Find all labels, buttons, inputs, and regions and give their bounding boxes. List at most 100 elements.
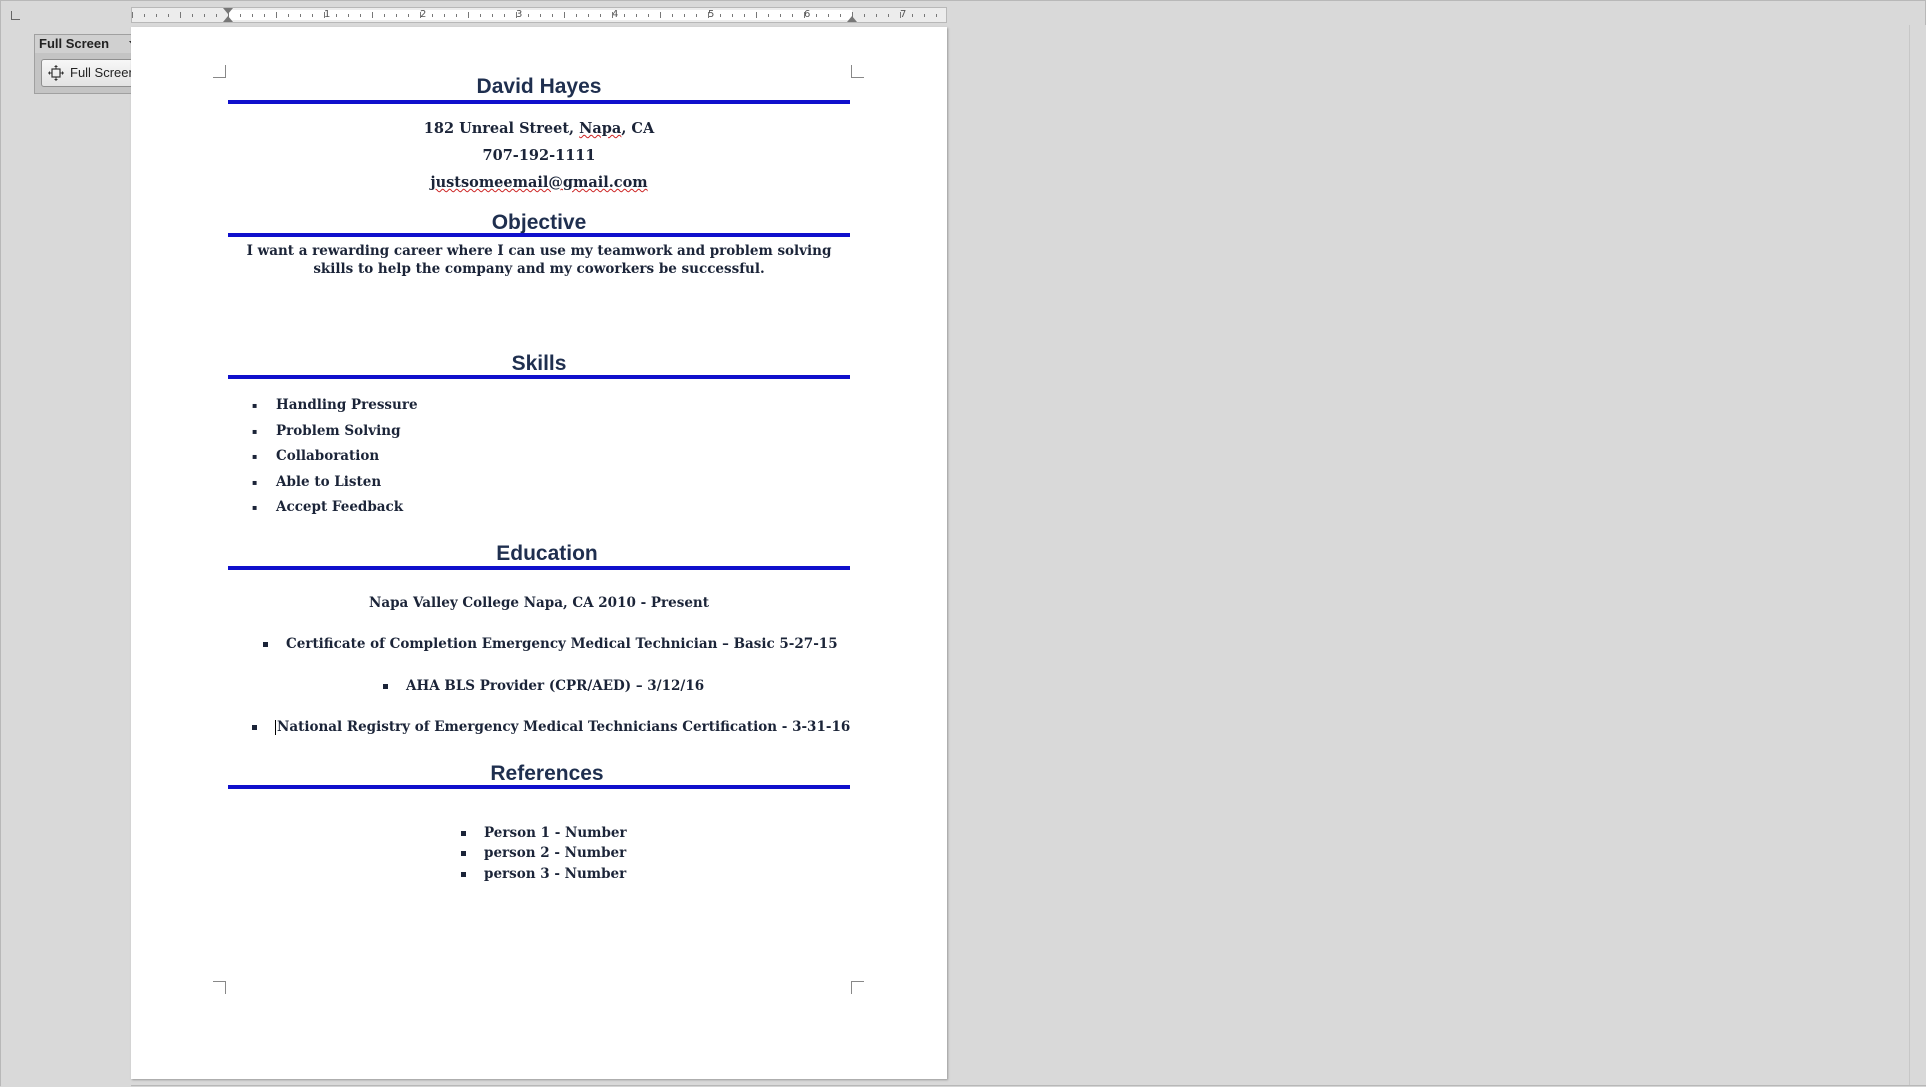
ruler-tick [888, 14, 889, 17]
ruler-tick [168, 14, 169, 17]
ruler-tick [180, 12, 181, 18]
ruler-tick [744, 14, 745, 17]
objective-text: I want a rewarding career where I can us… [246, 243, 832, 277]
references-rule [228, 785, 850, 789]
crop-mark [851, 981, 864, 994]
ruler-tick [300, 14, 301, 17]
document-page[interactable]: David Hayes 182 Unreal Street, Napa, CA … [131, 27, 947, 1079]
full-screen-toolbar-title-label: Full Screen [39, 36, 110, 51]
skill-item: Collaboration [228, 444, 728, 470]
reference-text: person 2 - Number [484, 845, 627, 861]
bullet-icon [461, 831, 466, 836]
full-screen-toolbar-title[interactable]: Full Screen [35, 35, 143, 53]
ruler-tick [492, 14, 493, 17]
crop-mark [851, 65, 864, 78]
bullet-icon [383, 684, 388, 689]
ruler-tick [312, 14, 313, 17]
ruler-tick [264, 14, 265, 17]
ruler-tick [624, 14, 625, 17]
ruler-tick [876, 14, 877, 17]
skills-list: Handling Pressure Problem Solving Collab… [228, 393, 728, 521]
full-screen-button-label: Full Screen [70, 65, 136, 80]
ruler-tick [924, 14, 925, 17]
ruler-tick [576, 14, 577, 17]
horizontal-ruler[interactable]: 1 2 3 4 5 6 7 [131, 7, 947, 23]
ruler-tick [204, 14, 205, 17]
ruler-tick [444, 14, 445, 17]
ruler-tick [612, 12, 613, 18]
ruler-tick [708, 12, 709, 18]
ruler-tick [360, 14, 361, 17]
reference-item: person 3 - Number [461, 866, 626, 882]
ruler-tick [672, 14, 673, 17]
ruler-tick [384, 14, 385, 17]
text-cursor [275, 720, 276, 735]
education-school: Napa Valley College Napa, CA 2010 - Pres… [369, 595, 709, 611]
reference-text: Person 1 - Number [484, 825, 627, 841]
ruler-tick [240, 14, 241, 17]
education-item-text: AHA BLS Provider (CPR/AED) – 3/12/16 [406, 678, 705, 694]
ruler-tick [840, 14, 841, 17]
ruler-tick [540, 14, 541, 17]
tab-selector-icon[interactable] [11, 11, 20, 20]
ruler-tick [504, 14, 505, 17]
skill-item: Problem Solving [228, 419, 728, 445]
ruler-tick [792, 14, 793, 17]
vertical-scrollbar[interactable] [1909, 25, 1926, 1085]
ruler-tick [132, 12, 133, 18]
contact-address: 182 Unreal Street, Napa, CA [228, 120, 850, 137]
ruler-tick [228, 12, 229, 18]
left-gutter [1, 1, 131, 1087]
ruler-tick [396, 14, 397, 17]
bullet-icon [461, 851, 466, 856]
ruler-tick [900, 12, 901, 18]
ruler-tick [804, 12, 805, 18]
ruler-tick [864, 14, 865, 17]
full-screen-toolbar: Full Screen Full Screen [34, 34, 144, 94]
ruler-tick [252, 14, 253, 17]
full-screen-button[interactable]: Full Screen [41, 59, 139, 87]
ruler-tick [348, 14, 349, 17]
reference-text: person 3 - Number [484, 866, 627, 882]
heading-rule [228, 100, 850, 104]
ruler-tick [432, 14, 433, 17]
bullet-icon [252, 725, 257, 730]
ruler-tick [516, 12, 517, 18]
ruler-tick [468, 12, 469, 18]
ruler-tick [372, 12, 373, 18]
ruler-tick [288, 14, 289, 17]
ruler-tick [912, 14, 913, 17]
skills-heading: Skills [511, 352, 567, 375]
address-street: 182 Unreal Street, [423, 120, 580, 137]
ruler-tick [456, 14, 457, 17]
ruler-tick [276, 12, 277, 18]
contact-phone: 707-192-1111 [482, 147, 596, 164]
ruler-tick [564, 12, 565, 18]
reference-item: person 2 - Number [461, 845, 626, 861]
skill-item: Accept Feedback [228, 495, 728, 521]
education-item: National Registry of Emergency Medical T… [252, 719, 850, 735]
skill-item: Able to Listen [228, 470, 728, 496]
full-screen-icon [48, 65, 64, 81]
ruler-tick [696, 14, 697, 17]
ruler-tick [828, 14, 829, 17]
email-text: justsomeemail@gmail.com [430, 174, 648, 191]
ruler-tick [816, 14, 817, 17]
ruler-tick [852, 12, 853, 18]
ruler-tick [768, 14, 769, 17]
ruler-tick [780, 14, 781, 17]
document-workspace: 1 2 3 4 5 6 7 Full Screen Full Screen Da… [0, 0, 1926, 1087]
ruler-tick [336, 14, 337, 17]
skills-rule [228, 375, 850, 379]
ruler-tick [156, 14, 157, 17]
ruler-tick [648, 14, 649, 17]
education-rule [228, 566, 850, 570]
resume-name: David Hayes [476, 75, 602, 98]
crop-mark [213, 65, 226, 78]
ruler-tick [420, 12, 421, 18]
ruler-tick [588, 14, 589, 17]
education-item-text: Certificate of Completion Emergency Medi… [286, 636, 838, 652]
ruler-tick [684, 14, 685, 17]
bullet-icon [263, 642, 268, 647]
reference-item: Person 1 - Number [461, 825, 627, 841]
